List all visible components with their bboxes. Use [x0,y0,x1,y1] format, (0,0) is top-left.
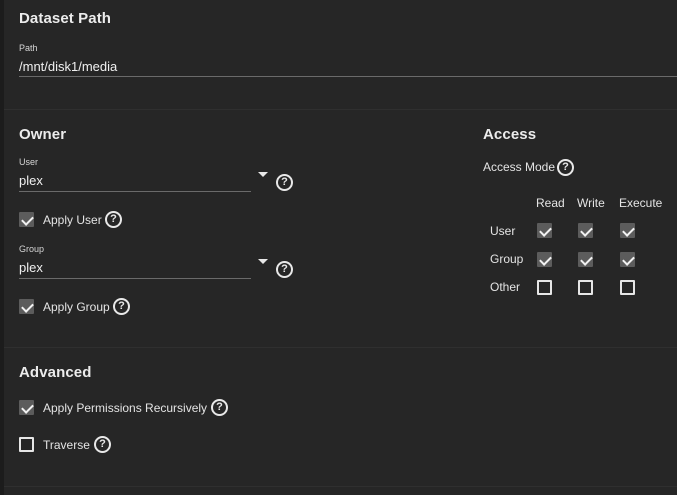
owner-title: Owner [19,126,67,143]
path-underline [19,76,677,77]
section-divider [4,486,677,487]
path-label: Path [19,43,38,53]
help-circle-icon[interactable]: ? [276,174,293,191]
row-group-label: Group [490,252,524,266]
user-read-checkbox[interactable] [537,223,552,238]
access-mode-label: Access Mode [483,160,556,174]
traverse-label: Traverse [43,438,90,452]
permissions-form: Dataset Path Path /mnt/disk1/media Owner… [0,0,677,495]
caret-down-icon[interactable] [258,259,268,264]
user-underline [19,191,251,192]
other-write-checkbox[interactable] [578,280,593,295]
user-execute-checkbox[interactable] [620,223,635,238]
left-edge [0,0,4,495]
column-execute: Execute [619,196,663,210]
group-underline [19,278,251,279]
advanced-title: Advanced [19,364,92,381]
group-read-checkbox[interactable] [537,252,552,267]
help-circle-icon[interactable]: ? [94,436,111,453]
help-circle-icon[interactable]: ? [105,211,122,228]
caret-down-icon[interactable] [258,172,268,177]
group-execute-checkbox[interactable] [620,252,635,267]
user-select[interactable]: plex [19,173,43,188]
column-read: Read [536,196,565,210]
apply-user-label: Apply User [43,213,102,227]
apply-group-checkbox[interactable] [19,299,34,314]
access-title: Access [483,126,537,143]
help-circle-icon[interactable]: ? [557,159,574,176]
group-write-checkbox[interactable] [578,252,593,267]
section-divider [4,347,677,348]
apply-user-checkbox[interactable] [19,212,34,227]
row-user-label: User [490,224,516,238]
other-read-checkbox[interactable] [537,280,552,295]
column-write: Write [577,196,605,210]
group-select[interactable]: plex [19,260,43,275]
row-other-label: Other [490,280,521,294]
group-label: Group [19,244,45,254]
user-label: User [19,157,39,167]
help-circle-icon[interactable]: ? [211,399,228,416]
path-field[interactable]: /mnt/disk1/media [19,59,117,74]
apply-group-label: Apply Group [43,300,110,314]
user-write-checkbox[interactable] [578,223,593,238]
apply-recursively-label: Apply Permissions Recursively [43,401,208,415]
help-circle-icon[interactable]: ? [276,261,293,278]
help-circle-icon[interactable]: ? [113,298,130,315]
apply-recursively-checkbox[interactable] [19,400,34,415]
traverse-checkbox[interactable] [19,437,34,452]
dataset-path-title: Dataset Path [19,10,112,27]
other-execute-checkbox[interactable] [620,280,635,295]
section-divider [4,109,677,110]
